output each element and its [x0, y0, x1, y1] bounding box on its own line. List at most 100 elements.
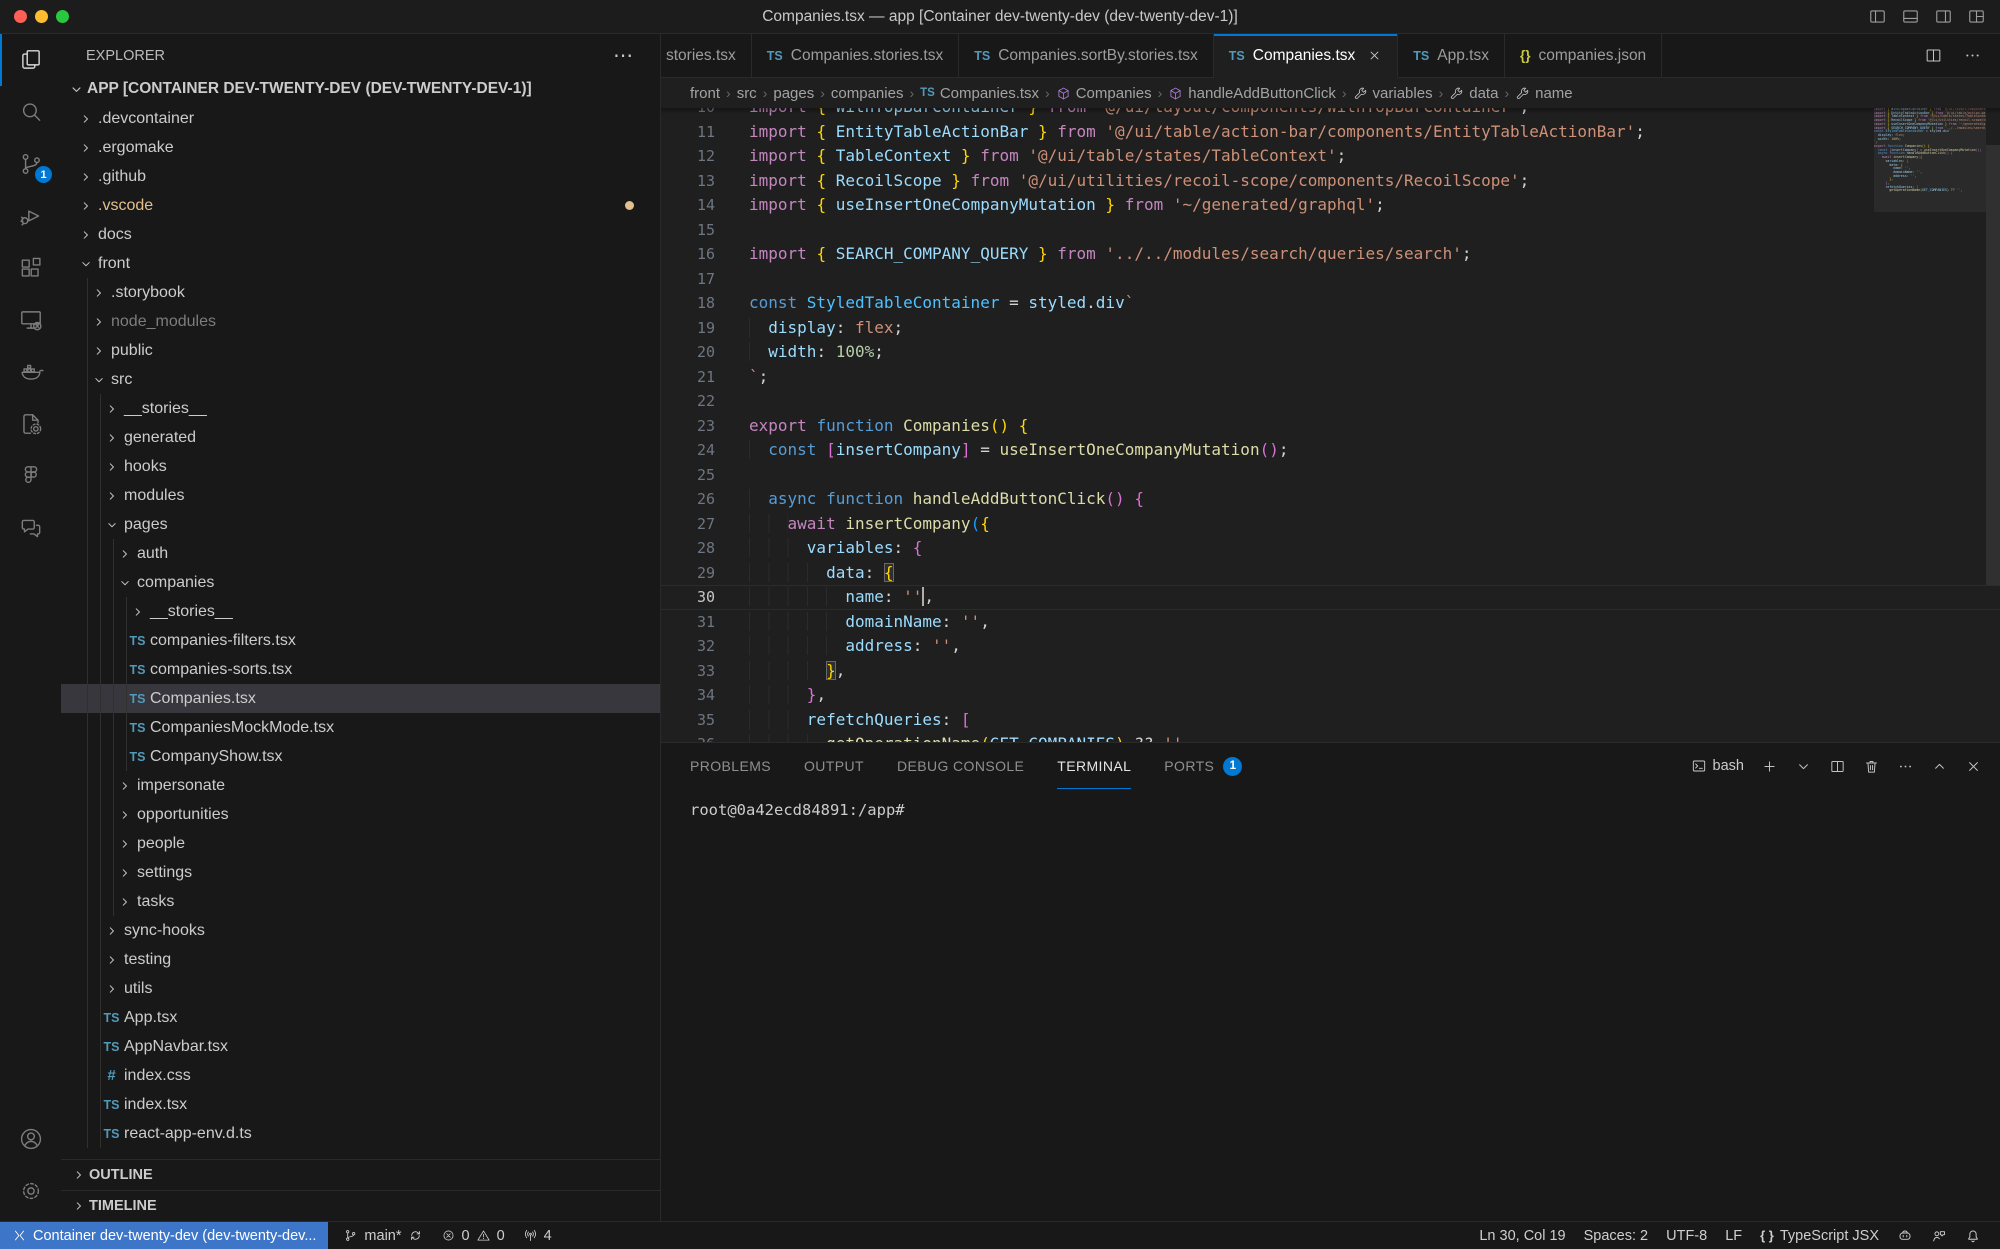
code-line[interactable]: 15 — [661, 218, 2000, 243]
tab-stories.tsx[interactable]: stories.tsx — [661, 34, 752, 77]
breadcrumb-item-Companies[interactable]: Companies — [1056, 85, 1152, 102]
kill-terminal-icon[interactable] — [1863, 758, 1880, 775]
tree-item-tasks[interactable]: tasks — [61, 887, 660, 916]
tree-item-generated[interactable]: generated — [61, 423, 660, 452]
tab-App.tsx[interactable]: TSApp.tsx — [1398, 34, 1505, 77]
breadcrumb-item-handleAddButtonClick[interactable]: handleAddButtonClick — [1168, 85, 1336, 102]
editor-scrollbar[interactable] — [1986, 145, 2000, 585]
tab-Companies.tsx[interactable]: TSCompanies.tsx — [1214, 34, 1399, 78]
more-actions-icon[interactable] — [1897, 758, 1914, 775]
toggle-panel-icon[interactable] — [1901, 7, 1920, 26]
status-git-branch[interactable]: main* — [334, 1222, 431, 1249]
tree-item-index.tsx[interactable]: TSindex.tsx — [61, 1090, 660, 1119]
tree-item-.storybook[interactable]: .storybook — [61, 278, 660, 307]
breadcrumb-item-pages[interactable]: pages — [773, 85, 814, 102]
minimap-slider[interactable] — [1874, 110, 1986, 212]
explorer-more-actions-icon[interactable]: ⋯ — [613, 51, 634, 61]
code-line[interactable]: 36 getOperationName(GET_COMPANIES) ?? ''… — [661, 732, 2000, 742]
code-line[interactable]: 11import { EntityTableActionBar } from '… — [661, 120, 2000, 145]
tree-item-.vscode[interactable]: .vscode — [61, 191, 660, 220]
tab-Companies.sortBy.stories.tsx[interactable]: TSCompanies.sortBy.stories.tsx — [959, 34, 1214, 77]
code-line[interactable]: 14import { useInsertOneCompanyMutation }… — [661, 193, 2000, 218]
activity-item-settings[interactable] — [0, 1165, 61, 1217]
tree-item-testing[interactable]: testing — [61, 945, 660, 974]
breadcrumb-item-name[interactable]: name — [1515, 85, 1573, 102]
code-line[interactable]: 34 }, — [661, 683, 2000, 708]
code-line[interactable]: 21`; — [661, 365, 2000, 390]
code-line[interactable]: 23export function Companies() { — [661, 414, 2000, 439]
workspace-section-header[interactable]: APP [CONTAINER DEV-TWENTY-DEV (DEV-TWENT… — [61, 78, 660, 104]
tree-item-.devcontainer[interactable]: .devcontainer — [61, 104, 660, 133]
breadcrumb-item-companies[interactable]: companies — [831, 85, 904, 102]
panel-tab-ports[interactable]: PORTS1 — [1164, 743, 1242, 789]
chevron-down-icon[interactable] — [1795, 758, 1812, 775]
customize-layout-icon[interactable] — [1967, 7, 1986, 26]
tree-item-front[interactable]: front — [61, 249, 660, 278]
code-line[interactable]: 35 refetchQueries: [ — [661, 708, 2000, 733]
activity-item-remote-explorer[interactable] — [0, 294, 61, 346]
breadcrumb-item-src[interactable]: src — [737, 85, 757, 102]
activity-item-docker[interactable] — [0, 346, 61, 398]
tree-item-.github[interactable]: .github — [61, 162, 660, 191]
panel-tab-problems[interactable]: PROBLEMS — [690, 743, 771, 789]
toggle-sidebar-left-icon[interactable] — [1868, 7, 1887, 26]
activity-item-run-and-debug[interactable] — [0, 190, 61, 242]
breadcrumb-item-Companies.tsx[interactable]: TSCompanies.tsx — [920, 85, 1039, 102]
terminal-shell-selector[interactable]: bash — [1691, 758, 1744, 774]
tree-item-impersonate[interactable]: impersonate — [61, 771, 660, 800]
breadcrumb-item-front[interactable]: front — [690, 85, 720, 102]
activity-item-account[interactable] — [0, 1113, 61, 1165]
status-feedback[interactable] — [1922, 1222, 1956, 1249]
tree-item-__stories__[interactable]: __stories__ — [61, 597, 660, 626]
new-terminal-icon[interactable] — [1761, 758, 1778, 775]
tree-item-CompanyShow.tsx[interactable]: TSCompanyShow.tsx — [61, 742, 660, 771]
minimize-window-button[interactable] — [35, 10, 48, 23]
code-line[interactable]: 31 domainName: '', — [661, 610, 2000, 635]
tab-companies.json[interactable]: {}companies.json — [1505, 34, 1662, 77]
code-line[interactable]: 22 — [661, 389, 2000, 414]
code-line[interactable]: 33 }, — [661, 659, 2000, 684]
activity-item-comments[interactable] — [0, 502, 61, 554]
code-line[interactable]: 19 display: flex; — [661, 316, 2000, 341]
close-tab-icon[interactable] — [1367, 48, 1382, 63]
status-indentation[interactable]: Spaces: 2 — [1575, 1222, 1658, 1249]
sidebar-section-timeline[interactable]: TIMELINE — [61, 1190, 660, 1221]
tree-item-AppNavbar.tsx[interactable]: TSAppNavbar.tsx — [61, 1032, 660, 1061]
code-line[interactable]: 30 name: '', — [661, 585, 2000, 610]
code-line[interactable]: 25 — [661, 463, 2000, 488]
activity-item-container-tools[interactable] — [0, 398, 61, 450]
toggle-sidebar-right-icon[interactable] — [1934, 7, 1953, 26]
code-line[interactable]: 17 — [661, 267, 2000, 292]
status-eol[interactable]: LF — [1716, 1222, 1751, 1249]
tree-item-companies-filters.tsx[interactable]: TScompanies-filters.tsx — [61, 626, 660, 655]
tree-item-App.tsx[interactable]: TSApp.tsx — [61, 1003, 660, 1032]
status-cursor-position[interactable]: Ln 30, Col 19 — [1470, 1222, 1574, 1249]
tree-item-src[interactable]: src — [61, 365, 660, 394]
tree-item-people[interactable]: people — [61, 829, 660, 858]
zoom-window-button[interactable] — [56, 10, 69, 23]
code-line[interactable]: 12import { TableContext } from '@/ui/tab… — [661, 144, 2000, 169]
tab-Companies.stories.tsx[interactable]: TSCompanies.stories.tsx — [752, 34, 959, 77]
tree-item-companies-sorts.tsx[interactable]: TScompanies-sorts.tsx — [61, 655, 660, 684]
code-line[interactable]: 10import { WithTopBarContainer } from '@… — [661, 108, 2000, 120]
terminal-output[interactable]: root@0a42ecd84891:/app# — [661, 789, 2000, 1221]
tree-item-node_modules[interactable]: node_modules — [61, 307, 660, 336]
code-line[interactable]: 16import { SEARCH_COMPANY_QUERY } from '… — [661, 242, 2000, 267]
tree-item-__stories__[interactable]: __stories__ — [61, 394, 660, 423]
code-line[interactable]: 29 data: { — [661, 561, 2000, 586]
activity-item-explorer[interactable] — [0, 34, 61, 86]
maximize-panel-icon[interactable] — [1931, 758, 1948, 775]
tree-item-modules[interactable]: modules — [61, 481, 660, 510]
code-line[interactable]: 24 const [insertCompany] = useInsertOneC… — [661, 438, 2000, 463]
code-line[interactable]: 28 variables: { — [661, 536, 2000, 561]
editor-more-actions-icon[interactable] — [1963, 46, 1982, 65]
tree-item-auth[interactable]: auth — [61, 539, 660, 568]
panel-tab-output[interactable]: OUTPUT — [804, 743, 864, 789]
code-line[interactable]: 20 width: 100%; — [661, 340, 2000, 365]
status-language-mode[interactable]: { }TypeScript JSX — [1751, 1222, 1888, 1249]
code-line[interactable]: 26 async function handleAddButtonClick()… — [661, 487, 2000, 512]
tree-item-sync-hooks[interactable]: sync-hooks — [61, 916, 660, 945]
tree-item-opportunities[interactable]: opportunities — [61, 800, 660, 829]
status-ports-forwarded[interactable]: 4 — [514, 1222, 561, 1249]
activity-item-search[interactable] — [0, 86, 61, 138]
